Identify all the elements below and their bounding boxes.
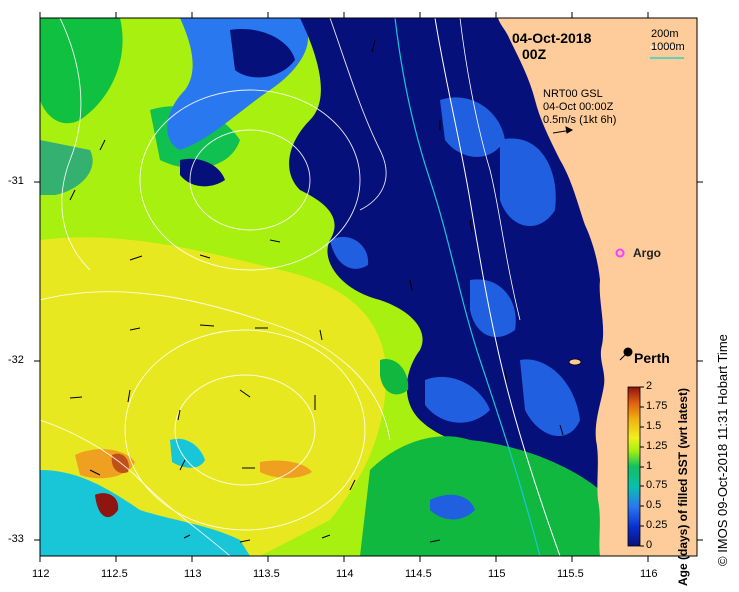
x-tick-label: 113.5 (253, 568, 280, 580)
x-tick-label: 112.5 (101, 568, 128, 580)
argo-label: Argo (633, 246, 661, 260)
map-time: 00Z (522, 46, 547, 62)
colorbar-tick-label: 0.25 (646, 519, 668, 531)
x-tick-label: 114.5 (405, 568, 432, 580)
sst-map (34, 12, 703, 562)
current-source-label: NRT00 GSL (543, 88, 603, 100)
map-date: 04-Oct-2018 (512, 30, 592, 46)
colorbar (627, 386, 641, 547)
y-tick-label: -32 (8, 354, 24, 366)
y-tick-label: -31 (8, 175, 24, 187)
colorbar-tick-label: 1 (646, 460, 653, 472)
x-tick-label: 116 (640, 568, 658, 580)
colorbar-tick-label: 1.25 (646, 440, 668, 452)
depth-200-label: 200m (651, 28, 679, 40)
y-tick-label: -33 (8, 533, 24, 545)
x-tick-label: 112 (32, 568, 50, 580)
colorbar-tick-label: 0.5 (646, 499, 662, 511)
x-tick-label: 113 (184, 568, 202, 580)
colorbar-tick-label: 1.5 (646, 420, 662, 432)
colorbar-tick-label: 2 (646, 380, 653, 392)
credit-label: © IMOS 09-Oct-2018 11:31 Hobart Time (715, 334, 730, 566)
colorbar-tick-label: 0.75 (646, 479, 668, 491)
perth-label: Perth (634, 350, 670, 366)
x-tick-label: 115.5 (557, 568, 584, 580)
current-scale-label: 0.5m/s (1kt 6h) (543, 114, 617, 126)
x-tick-label: 115 (488, 568, 506, 580)
colorbar-tick-label: 0 (646, 539, 653, 551)
x-tick-label: 114 (336, 568, 354, 580)
colorbar-tick-label: 1.75 (646, 400, 668, 412)
depth-1000-label: 1000m (651, 41, 685, 53)
current-time-label: 04-Oct 00:00Z (543, 101, 614, 113)
colorbar-title: Age (days) of filled SST (wrt latest) (676, 387, 690, 586)
